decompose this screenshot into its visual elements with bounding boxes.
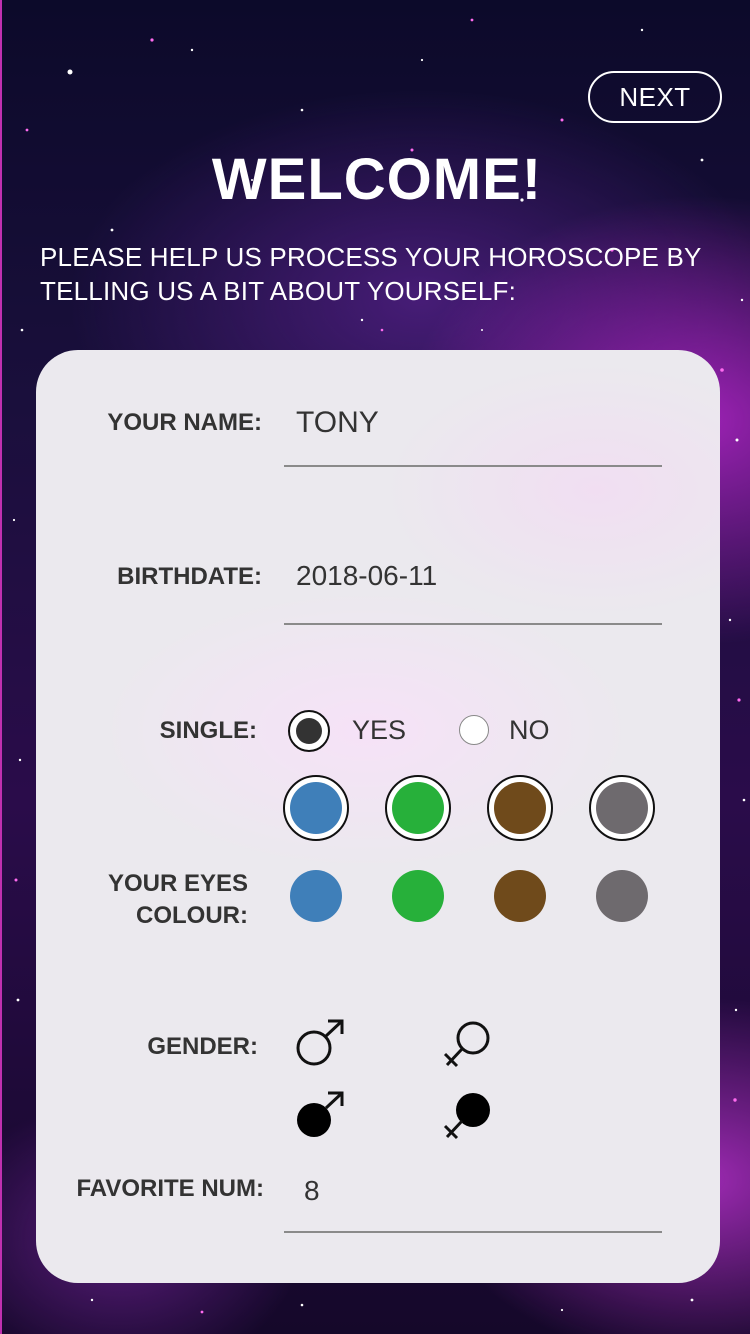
single-yes-radio-dot (296, 718, 322, 744)
single-label: SINGLE: (159, 717, 257, 744)
eye-colour-label-line1: YOUR EYES (107, 870, 248, 897)
favorite-number-field[interactable]: 8 (304, 1175, 644, 1207)
birthdate-label: BIRTHDATE: (117, 563, 262, 590)
eye-color-swatch (596, 782, 648, 834)
female-filled-icon[interactable] (441, 1092, 497, 1142)
male-filled-icon[interactable] (294, 1090, 350, 1140)
eye-color-option-green-selected[interactable] (385, 775, 451, 841)
gender-label: GENDER: (147, 1033, 258, 1060)
page-subtitle: PLEASE HELP US PROCESS YOUR HOROSCOPE BY… (40, 242, 702, 306)
profile-form-card: YOUR NAME: TONY BIRTHDATE: 2018-06-11 SI… (36, 350, 720, 1283)
single-no-radio[interactable] (459, 715, 489, 745)
eye-color-option-grey-selected[interactable] (589, 775, 655, 841)
birthdate-field[interactable]: 2018-06-11 (296, 560, 656, 592)
favorite-number-label: FAVORITE NUM: (76, 1175, 264, 1202)
favorite-number-underline (284, 1231, 662, 1233)
single-yes-label[interactable]: YES (352, 715, 406, 746)
eye-colour-label-line2: COLOUR: (136, 902, 248, 929)
name-label: YOUR NAME: (107, 409, 262, 436)
eye-color-swatch (392, 782, 444, 834)
eye-color-option-brown-selected[interactable] (487, 775, 553, 841)
name-field[interactable]: TONY (296, 406, 656, 440)
eye-color-option-green[interactable] (392, 870, 444, 922)
single-yes-radio[interactable] (288, 710, 330, 752)
next-button[interactable]: NEXT (588, 71, 722, 123)
name-field-underline (284, 465, 662, 467)
eye-color-option-grey[interactable] (596, 870, 648, 922)
eye-color-swatch (290, 782, 342, 834)
single-no-label[interactable]: NO (509, 715, 550, 746)
page-title: WELCOME! (211, 147, 543, 212)
eye-colour-label: YOUR EYES COLOUR: (56, 868, 248, 932)
eye-color-option-brown[interactable] (494, 870, 546, 922)
eye-color-option-blue-selected[interactable] (283, 775, 349, 841)
eye-color-option-blue[interactable] (290, 870, 342, 922)
male-outline-icon[interactable] (294, 1018, 350, 1068)
eye-color-swatch (494, 782, 546, 834)
birthdate-field-underline (284, 623, 662, 625)
female-outline-icon[interactable] (441, 1020, 497, 1070)
